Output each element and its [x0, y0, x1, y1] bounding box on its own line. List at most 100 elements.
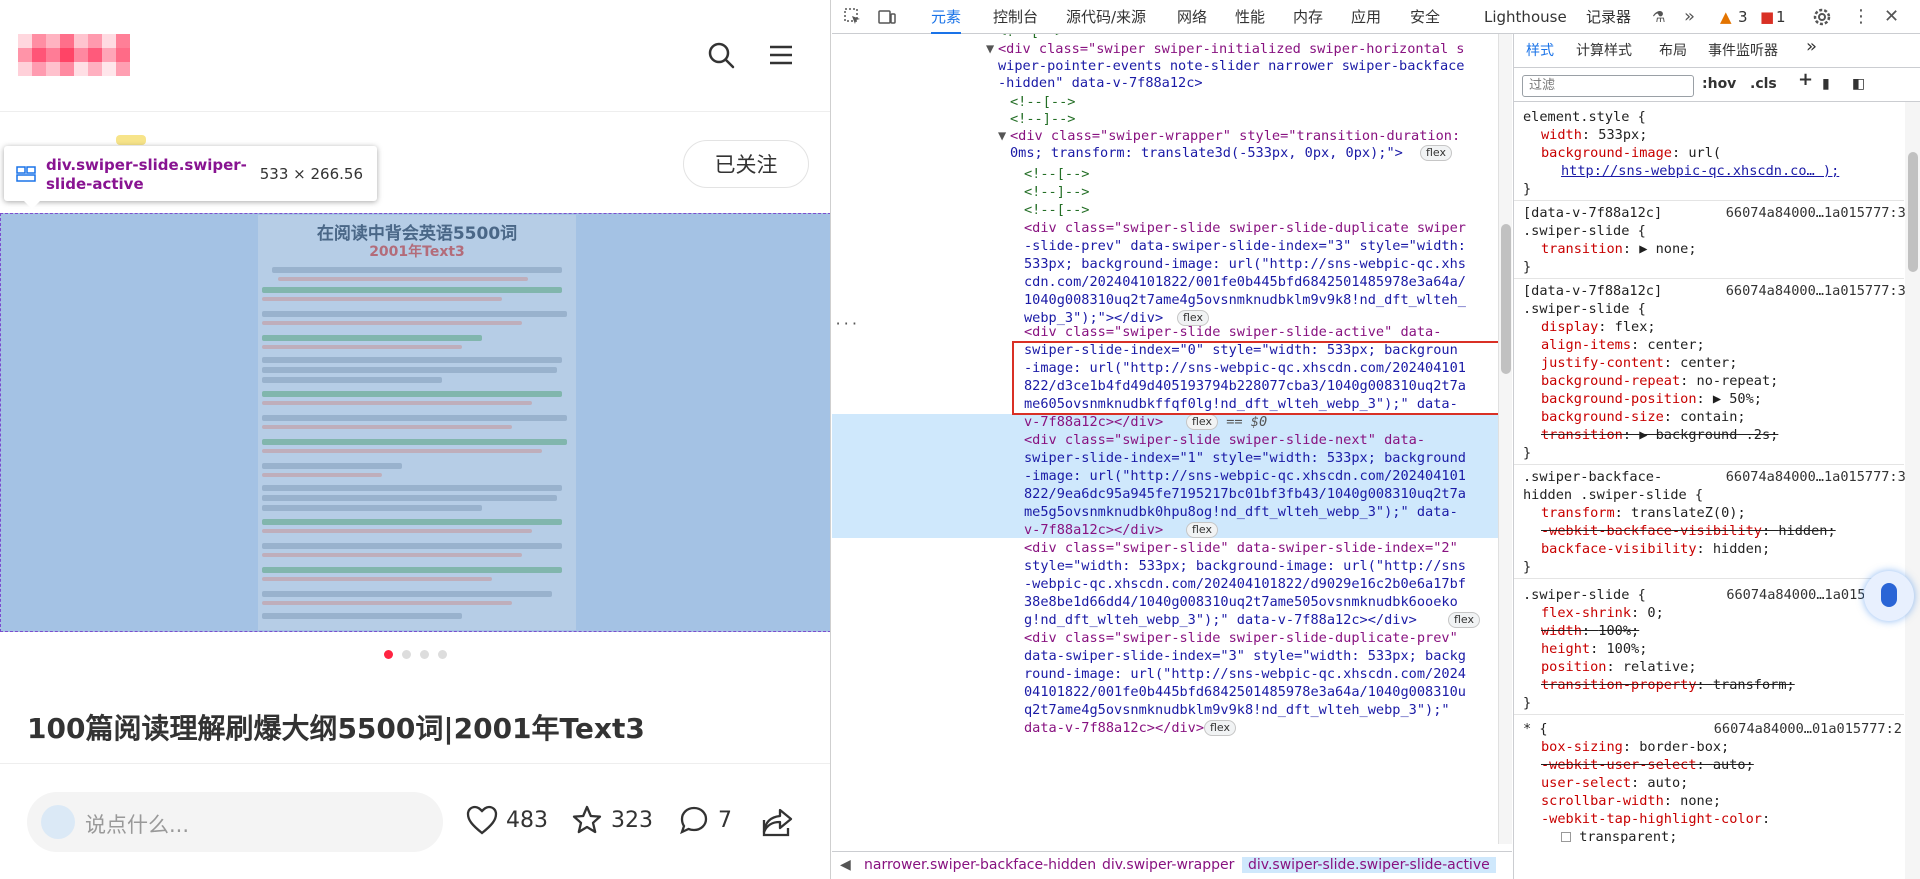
tab-memory[interactable]: 内存: [1293, 0, 1323, 34]
css-value[interactable]: none;: [1680, 793, 1721, 809]
css-value[interactable]: ▶ none;: [1639, 241, 1696, 257]
rule-selector[interactable]: element.style {: [1523, 108, 1646, 126]
css-value[interactable]: hidden;: [1778, 523, 1835, 539]
css-value[interactable]: center;: [1647, 337, 1704, 353]
flex-badge[interactable]: flex: [1420, 145, 1453, 161]
more-tabs-icon[interactable]: »: [1684, 0, 1695, 34]
dom-line[interactable]: 38e8be1d66dd4/1040g008310uq2t7ame505ovsn…: [1024, 592, 1458, 612]
dom-line[interactable]: v-7f88a12c></div>: [1024, 520, 1163, 540]
tab-recorder[interactable]: 记录器: [1586, 0, 1631, 34]
css-value[interactable]: border-box;: [1639, 739, 1729, 755]
dom-line[interactable]: round-image: url("http://sns-webpic-qc.x…: [1024, 664, 1466, 684]
css-prop[interactable]: position: [1541, 659, 1606, 675]
dom-line[interactable]: swiper-slide-index="1" style="width: 533…: [1024, 448, 1466, 468]
flex-badge[interactable]: flex: [1448, 612, 1481, 628]
css-prop[interactable]: user-select: [1541, 775, 1631, 791]
css-value[interactable]: flex;: [1615, 319, 1656, 335]
css-prop[interactable]: background-size: [1541, 409, 1664, 425]
css-value[interactable]: auto;: [1713, 757, 1754, 773]
css-prop[interactable]: flex-shrink: [1541, 605, 1631, 621]
css-prop[interactable]: transition: [1541, 241, 1623, 257]
css-url-link[interactable]: http://sns-webpic-qc.xhscdn.co… );: [1561, 163, 1839, 179]
css-value[interactable]: hidden;: [1713, 541, 1770, 557]
elements-scrollbar[interactable]: [1498, 34, 1512, 844]
dom-line[interactable]: q2t7ame4g5ovsnmknudbklm9v9k8!nd_dft_wlte…: [1024, 700, 1450, 720]
css-prop[interactable]: width: [1541, 623, 1582, 639]
dom-line[interactable]: <div class="swiper-slide swiper-slide-ne…: [1024, 430, 1425, 450]
rule-selector[interactable]: .swiper-slide {: [1523, 586, 1646, 604]
comment-input[interactable]: 说点什么...: [27, 792, 443, 852]
rule-selector[interactable]: .swiper-slide {: [1523, 300, 1646, 318]
rule-selector[interactable]: .swiper-slide {: [1523, 222, 1646, 240]
slider-dot-3[interactable]: [420, 650, 429, 659]
css-prop[interactable]: width: [1541, 127, 1582, 143]
like-button[interactable]: 483: [466, 800, 548, 840]
dom-line[interactable]: data-swiper-slide-index="3" style="width…: [1024, 646, 1466, 666]
breadcrumb-item[interactable]: div.swiper-wrapper: [1102, 857, 1234, 873]
css-prop[interactable]: scrollbar-width: [1541, 793, 1664, 809]
paint-brush-icon[interactable]: ▮: [1822, 75, 1830, 93]
styles-scrollbar[interactable]: [1905, 102, 1920, 879]
dom-line[interactable]: 822/9ea6dc95a945fe7195217bc01bf3fb43/104…: [1024, 484, 1466, 504]
dom-line[interactable]: style="width: 533px; background-image: u…: [1024, 556, 1466, 576]
tab-lighthouse[interactable]: Lighthouse: [1484, 0, 1567, 34]
tab-layout[interactable]: 布局: [1659, 42, 1687, 60]
dom-line[interactable]: 1040g008310uq2t7ame4g5ovsnmknudbklm9v9k8…: [1024, 290, 1466, 310]
flex-badge[interactable]: flex: [1204, 720, 1237, 736]
dom-line[interactable]: 533px; background-image: url("http://sns…: [1024, 254, 1466, 274]
share-icon[interactable]: [760, 806, 794, 838]
rule-selector[interactable]: [data-v-7f88a12c]: [1523, 282, 1662, 300]
dom-line[interactable]: g!nd_dft_wlteh_webp_3");" data-v-7f88a12…: [1024, 610, 1417, 630]
close-devtools-icon[interactable]: ✕: [1884, 0, 1899, 34]
breadcrumb-scroll-left-icon[interactable]: ◀: [840, 857, 851, 873]
flex-badge[interactable]: flex: [1186, 414, 1219, 430]
css-prop[interactable]: transform: [1541, 505, 1615, 521]
css-prop[interactable]: justify-content: [1541, 355, 1664, 371]
css-prop[interactable]: background-position: [1541, 391, 1697, 407]
rule-selector[interactable]: hidden .swiper-slide {: [1523, 486, 1703, 504]
breadcrumb-item[interactable]: narrower.swiper-backface-hidden: [864, 857, 1096, 873]
warning-icon[interactable]: ▲: [1720, 0, 1732, 34]
dom-line[interactable]: me5g5ovsnmknudbk0hpu8og!nd_dft_wlteh_web…: [1024, 502, 1458, 522]
kebab-menu-icon[interactable]: ⋮: [1852, 0, 1870, 34]
dom-line[interactable]: <div class="swiper-slide swiper-slide-du…: [1024, 218, 1466, 238]
tab-console[interactable]: 控制台: [993, 0, 1038, 34]
new-rule-icon[interactable]: +: [1798, 71, 1813, 89]
sidebar-toggle-icon[interactable]: ◧: [1852, 75, 1865, 93]
dom-line[interactable]: -webpic-qc.xhscdn.com/202404101822/d9029…: [1024, 574, 1466, 594]
css-value[interactable]: 0;: [1647, 605, 1663, 621]
more-panes-icon[interactable]: »: [1806, 38, 1817, 56]
css-value[interactable]: translateZ(0);: [1631, 505, 1746, 521]
css-value[interactable]: transparent;: [1579, 829, 1677, 845]
rule-source-link[interactable]: 66074a84000…1a015777:36: [1726, 204, 1914, 222]
hov-toggle[interactable]: :hov: [1702, 75, 1736, 93]
inspect-element-icon[interactable]: [844, 8, 862, 26]
color-swatch[interactable]: [1561, 832, 1571, 842]
slider-dot-1[interactable]: [384, 650, 393, 659]
slider-dot-4[interactable]: [438, 650, 447, 659]
css-prop[interactable]: height: [1541, 641, 1590, 657]
dom-line-selected[interactable]: <div class="swiper-slide swiper-slide-ac…: [1024, 322, 1441, 342]
css-value[interactable]: 100%;: [1598, 623, 1639, 639]
settings-gear-icon[interactable]: [1813, 8, 1831, 26]
rule-source-link[interactable]: 66074a84000…01a015777:2: [1714, 720, 1902, 738]
rule-selector[interactable]: .swiper-backface-: [1523, 468, 1662, 486]
flex-badge[interactable]: flex: [1186, 522, 1219, 538]
tab-event-listeners[interactable]: 事件监听器: [1708, 42, 1778, 60]
floating-assistant-icon[interactable]: [1864, 571, 1914, 621]
tab-security[interactable]: 安全: [1410, 0, 1440, 34]
tab-application[interactable]: 应用: [1351, 0, 1381, 34]
search-icon[interactable]: [706, 40, 736, 70]
tab-sources[interactable]: 源代码/来源: [1066, 0, 1146, 34]
comment-button[interactable]: 7: [678, 800, 732, 840]
css-value[interactable]: ▶ background .2s;: [1639, 427, 1778, 443]
rule-selector[interactable]: [data-v-7f88a12c]: [1523, 204, 1662, 222]
tab-elements[interactable]: 元素: [931, 0, 962, 34]
css-value[interactable]: transform;: [1713, 677, 1795, 693]
cls-toggle[interactable]: .cls: [1750, 75, 1777, 93]
css-value[interactable]: 533px;: [1598, 127, 1647, 143]
dom-line[interactable]: cdn.com/202404101822/001fe0b445bfd684250…: [1024, 272, 1466, 292]
dom-line[interactable]: data-v-7f88a12c></div>: [1024, 718, 1204, 738]
device-toolbar-icon[interactable]: [878, 8, 896, 26]
dom-line[interactable]: v-7f88a12c></div>: [1024, 412, 1163, 432]
